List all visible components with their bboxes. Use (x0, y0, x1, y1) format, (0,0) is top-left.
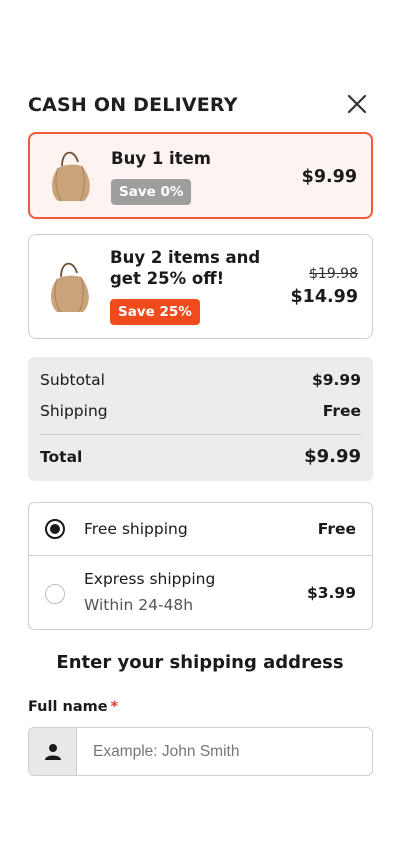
page-title: CASH ON DELIVERY (28, 94, 238, 116)
subtotal-value: $9.99 (311, 371, 361, 389)
shipping-option-cost: Free (317, 520, 356, 538)
shipping-option-label: Express shipping (84, 570, 216, 588)
shipping-option-cost: $3.99 (306, 584, 356, 602)
offer-buy-2[interactable]: Buy 2 items and get 25% off! Save 25% $1… (28, 234, 373, 339)
compare-price: $19.98 (309, 266, 358, 282)
full-name-label: Full name * (28, 699, 118, 715)
subtotal-row: Subtotal $9.99 (40, 371, 361, 389)
shipping-option-label: Free shipping (84, 520, 188, 538)
radio-unselected[interactable] (45, 584, 65, 604)
handbag-image (51, 262, 89, 313)
shipping-options: Free shipping Free Express shipping With… (28, 502, 373, 630)
total-row: Total $9.99 (40, 446, 361, 467)
summary-divider (40, 434, 361, 435)
offer-price: $9.99 (301, 167, 357, 187)
handbag-image (52, 151, 90, 202)
total-label: Total (40, 448, 83, 466)
save-badge: Save 0% (111, 179, 192, 205)
radio-selected[interactable] (45, 519, 65, 539)
offer-buy-1[interactable]: Buy 1 item Save 0% $9.99 (28, 132, 373, 219)
close-icon[interactable] (345, 92, 369, 116)
save-badge: Save 25% (110, 299, 200, 325)
offer-price: $14.99 (290, 287, 358, 307)
offer-title: Buy 1 item (111, 149, 211, 168)
shipping-option-free[interactable]: Free shipping Free (29, 503, 372, 556)
full-name-field[interactable] (28, 727, 373, 776)
shipping-option-express[interactable]: Express shipping Within 24-48h $3.99 (29, 556, 372, 630)
shipping-row: Shipping Free (40, 402, 361, 420)
person-icon (45, 744, 61, 760)
required-marker: * (110, 699, 119, 715)
shipping-label: Shipping (40, 402, 108, 420)
full-name-input[interactable] (77, 728, 372, 775)
address-section-title: Enter your shipping address (56, 652, 344, 673)
shipping-value: Free (322, 402, 361, 420)
full-name-label-text: Full name (28, 699, 108, 715)
total-value: $9.99 (304, 446, 361, 467)
offer-title: Buy 2 items and get 25% off! (110, 248, 261, 288)
modal-header: CASH ON DELIVERY (28, 92, 373, 120)
shipping-option-sublabel: Within 24-48h (84, 596, 194, 614)
order-summary: Subtotal $9.99 Shipping Free Total $9.99 (28, 357, 373, 481)
input-prefix (29, 728, 77, 775)
subtotal-label: Subtotal (40, 371, 105, 389)
